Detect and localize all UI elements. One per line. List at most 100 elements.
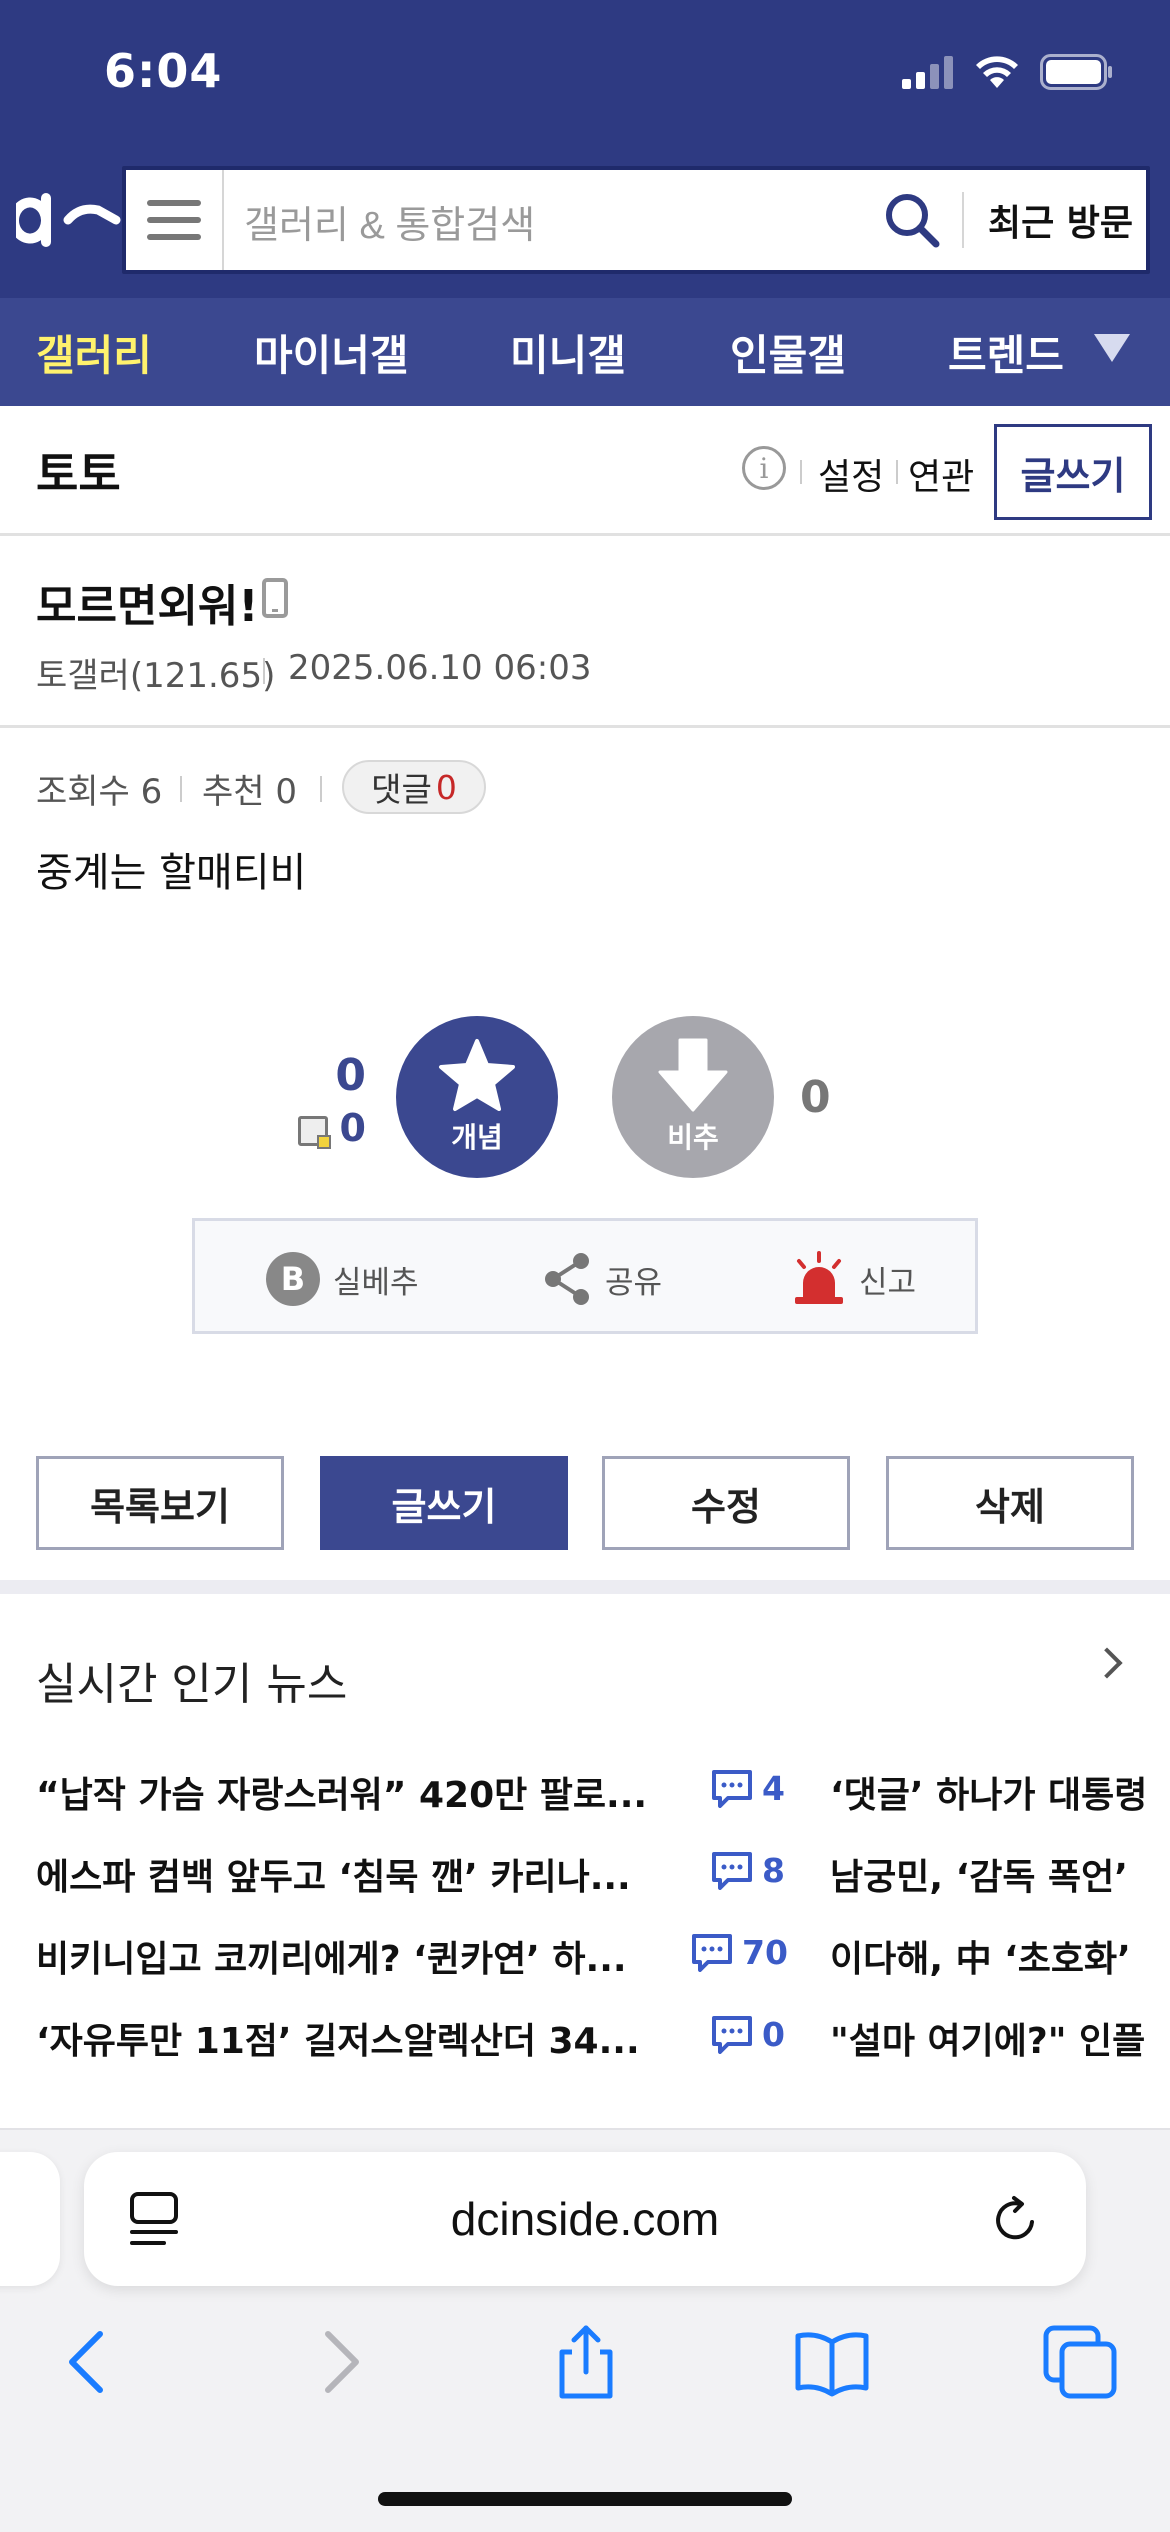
search-box: 갤러리 & 통합검색 최근 방문 bbox=[122, 166, 1150, 274]
mobile-icon bbox=[262, 578, 288, 618]
info-icon[interactable]: i bbox=[742, 446, 786, 490]
share-icon bbox=[545, 1253, 589, 1305]
news-headline[interactable]: “납작 가슴 자랑스러워” 420만 팔로... bbox=[36, 1766, 647, 1818]
section-divider bbox=[0, 1580, 1170, 1594]
nav-more-chevron-icon[interactable] bbox=[1094, 334, 1130, 362]
search-icon[interactable] bbox=[882, 190, 942, 250]
upvote-button[interactable]: 개념 bbox=[396, 1016, 558, 1178]
edit-button[interactable]: 수정 bbox=[602, 1456, 850, 1550]
star-icon bbox=[439, 1039, 515, 1111]
related-link[interactable]: 연관 bbox=[908, 448, 974, 500]
divider bbox=[800, 460, 802, 484]
upvote-count: 0 bbox=[335, 1050, 366, 1101]
hamburger-icon bbox=[147, 200, 201, 240]
news-row[interactable]: 비키니입고 코끼리에게? ‘퀸카연’ 하... 70 이다해, 中 ‘초호화’ bbox=[0, 1930, 1170, 1990]
address-bar[interactable]: dcinside.com bbox=[84, 2152, 1086, 2286]
arrow-down-icon bbox=[658, 1038, 728, 1112]
menu-button[interactable] bbox=[126, 170, 224, 270]
reply-label: 댓글 bbox=[371, 770, 432, 809]
report-label: 신고 bbox=[859, 1264, 917, 1301]
share-button[interactable]: 공유 bbox=[543, 1249, 662, 1309]
nav-minor-gallery[interactable]: 마이너갤 bbox=[254, 322, 409, 383]
nav-trend[interactable]: 트렌드 bbox=[948, 322, 1064, 383]
recommend-count: 추천 0 bbox=[202, 772, 297, 812]
news-comment-count: 4 bbox=[710, 1768, 785, 1808]
site-header: 갤러리 & 통합검색 최근 방문 bbox=[0, 150, 1170, 298]
view-count: 조회수 6 bbox=[36, 772, 163, 812]
previous-tab-preview[interactable] bbox=[0, 2152, 60, 2286]
comment-bubble-icon bbox=[712, 1852, 752, 1890]
status-bar: 6:04 bbox=[0, 0, 1170, 150]
reload-icon[interactable] bbox=[990, 2194, 1042, 2246]
siren-icon bbox=[795, 1251, 843, 1304]
gallery-nav: 갤러리 마이너갤 미니갤 인물갤 트렌드 bbox=[0, 298, 1170, 406]
report-button[interactable]: 신고 bbox=[791, 1249, 916, 1309]
news-row[interactable]: ‘자유투만 11점’ 길저스알렉산더 34... 0 "설마 여기에?" 인플 bbox=[0, 2012, 1170, 2072]
comment-bubble-icon bbox=[712, 2016, 752, 2054]
reply-count: 0 bbox=[435, 767, 457, 807]
news-headline[interactable]: 에스파 컴백 앞두고 ‘침묵 깬’ 카리나... bbox=[36, 1848, 631, 1900]
post-body: 중계는 할매티비 bbox=[36, 850, 307, 896]
divider bbox=[896, 460, 898, 484]
search-divider bbox=[962, 192, 964, 248]
comment-bubble-icon bbox=[692, 1934, 732, 1972]
best-b-icon: B bbox=[266, 1252, 320, 1306]
post-writer[interactable]: 토갤러(121.65) bbox=[36, 648, 275, 697]
downvote-label: 비추 bbox=[667, 1121, 719, 1154]
post-date: 2025.06.10 06:03 bbox=[288, 648, 592, 688]
best-recommend-label: 실베추 bbox=[333, 1264, 419, 1301]
news-headline-right[interactable]: "설마 여기에?" 인플 bbox=[830, 2012, 1170, 2064]
tabs-icon[interactable] bbox=[1040, 2322, 1120, 2402]
news-headline[interactable]: 비키니입고 코끼리에게? ‘퀸카연’ 하... bbox=[36, 1930, 627, 1982]
news-section-title: 실시간 인기 뉴스 bbox=[36, 1659, 348, 1710]
fixed-upvote-count: 0 bbox=[339, 1106, 366, 1150]
dc-logo-icon[interactable] bbox=[16, 180, 122, 260]
recent-visit-button[interactable]: 최근 방문 bbox=[988, 194, 1133, 246]
post-title: 모르면외워! bbox=[36, 581, 259, 632]
news-headline-right[interactable]: 이다해, 中 ‘초호화’ bbox=[830, 1930, 1170, 1982]
news-comment-count: 8 bbox=[710, 1850, 785, 1890]
best-recommend-button[interactable]: B 실베추 bbox=[265, 1249, 419, 1309]
gallery-title-row: 토토 i 설정 연관 글쓰기 bbox=[0, 406, 1170, 536]
forward-icon[interactable] bbox=[300, 2322, 380, 2402]
downvote-button[interactable]: 비추 bbox=[612, 1016, 774, 1178]
divider bbox=[263, 658, 265, 684]
share-label: 공유 bbox=[605, 1264, 663, 1301]
nav-mini-gallery[interactable]: 미니갤 bbox=[510, 322, 626, 383]
comment-bubble-icon bbox=[712, 1770, 752, 1808]
list-button[interactable]: 목록보기 bbox=[36, 1456, 284, 1550]
post-header: 모르면외워! 토갤러(121.65) 2025.06.10 06:03 bbox=[0, 536, 1170, 728]
news-comment-count: 70 bbox=[690, 1932, 788, 1972]
url-text[interactable]: dcinside.com bbox=[84, 2192, 1086, 2246]
news-headline[interactable]: ‘자유투만 11점’ 길저스알렉산더 34... bbox=[36, 2012, 640, 2064]
share-sheet-icon[interactable] bbox=[546, 2322, 626, 2402]
home-indicator bbox=[378, 2492, 792, 2506]
search-input[interactable]: 갤러리 & 통합검색 bbox=[244, 194, 535, 249]
settings-link[interactable]: 설정 bbox=[818, 448, 884, 500]
write-button[interactable]: 글쓰기 bbox=[320, 1456, 568, 1550]
bookmarks-icon[interactable] bbox=[792, 2322, 872, 2402]
post-action-box: B 실베추 공유 신고 bbox=[192, 1218, 978, 1334]
back-icon[interactable] bbox=[48, 2322, 128, 2402]
delete-button[interactable]: 삭제 bbox=[886, 1456, 1134, 1550]
battery-icon bbox=[1040, 54, 1112, 90]
news-row[interactable]: “납작 가슴 자랑스러워” 420만 팔로... 4 ‘댓글’ 하나가 대통령 bbox=[0, 1766, 1170, 1826]
news-headline-right[interactable]: ‘댓글’ 하나가 대통령 bbox=[830, 1766, 1170, 1818]
news-row[interactable]: 에스파 컴백 앞두고 ‘침묵 깬’ 카리나... 8 남궁민, ‘감독 폭언’ bbox=[0, 1848, 1170, 1908]
reply-count-button[interactable]: 댓글 0 bbox=[342, 760, 486, 814]
write-button-top[interactable]: 글쓰기 bbox=[994, 424, 1152, 520]
news-comment-count: 0 bbox=[710, 2014, 785, 2054]
status-time: 6:04 bbox=[104, 44, 223, 98]
status-icons bbox=[902, 54, 1114, 90]
divider bbox=[320, 776, 322, 802]
news-headline-right[interactable]: 남궁민, ‘감독 폭언’ bbox=[830, 1848, 1170, 1900]
divider bbox=[180, 776, 182, 802]
nav-gallery[interactable]: 갤러리 bbox=[36, 322, 152, 383]
chevron-right-icon[interactable] bbox=[1091, 1647, 1123, 1679]
nav-person-gallery[interactable]: 인물갤 bbox=[730, 322, 846, 383]
svg-text:B: B bbox=[281, 1260, 305, 1298]
signal-icon bbox=[902, 56, 953, 89]
wifi-icon bbox=[976, 56, 1018, 88]
gallery-title[interactable]: 토토 bbox=[36, 438, 121, 504]
downvote-count: 0 bbox=[800, 1072, 831, 1123]
